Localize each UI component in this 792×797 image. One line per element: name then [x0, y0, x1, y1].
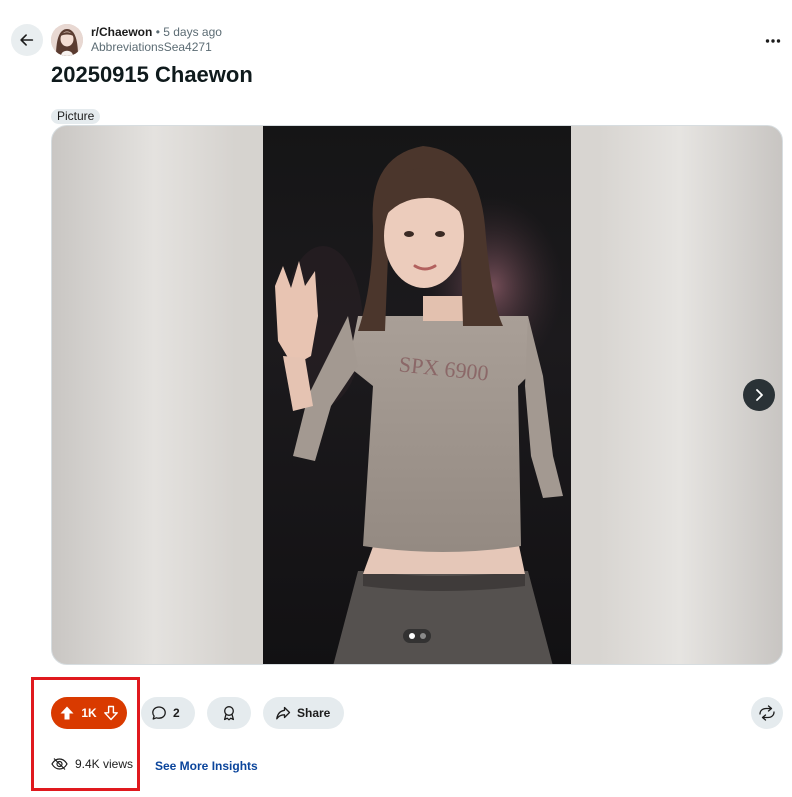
- post-title: 20250915 Chaewon: [51, 62, 253, 87]
- view-stats: 9.4K views: [51, 757, 133, 771]
- vote-bar: 1K: [51, 697, 127, 729]
- more-options-button[interactable]: [758, 27, 788, 55]
- gallery-next-button[interactable]: [743, 379, 775, 411]
- post-author[interactable]: AbbreviationsSea4271: [91, 40, 222, 55]
- gallery-dot[interactable]: [419, 633, 426, 639]
- comments-button[interactable]: 2: [141, 697, 195, 729]
- comment-count: 2: [173, 706, 180, 720]
- post-time: 5 days ago: [163, 25, 222, 39]
- subreddit-name[interactable]: r/Chaewon: [91, 25, 152, 39]
- vote-count: 1K: [81, 706, 97, 720]
- award-icon: [223, 706, 235, 721]
- gallery-image: SPX 6900: [263, 126, 571, 664]
- annotation-highlight-box: [31, 677, 140, 791]
- upvote-icon[interactable]: [59, 705, 75, 721]
- meta-separator: •: [155, 25, 160, 39]
- see-more-insights-link[interactable]: See More Insights: [155, 759, 258, 773]
- share-label: Share: [297, 706, 331, 720]
- eye-icon: [51, 758, 68, 770]
- chevron-right-icon: [756, 389, 763, 401]
- view-count: 9.4K views: [75, 757, 134, 771]
- arrow-left-icon: [20, 34, 34, 46]
- gallery-dot-active[interactable]: [408, 633, 415, 639]
- post-flair[interactable]: Picture: [51, 109, 101, 124]
- more-horizontal-icon: [765, 39, 781, 43]
- back-button[interactable]: [11, 24, 43, 56]
- crosspost-button[interactable]: [751, 697, 783, 729]
- comment-icon: [152, 706, 166, 720]
- post-gallery[interactable]: SPX 6900: [51, 125, 783, 665]
- gallery-pagination: [403, 629, 431, 643]
- crosspost-icon: [759, 705, 775, 721]
- share-icon: [276, 706, 291, 720]
- share-button[interactable]: Share: [263, 697, 344, 729]
- award-button[interactable]: [207, 697, 251, 729]
- downvote-icon[interactable]: [103, 705, 119, 721]
- subreddit-avatar[interactable]: [51, 24, 83, 56]
